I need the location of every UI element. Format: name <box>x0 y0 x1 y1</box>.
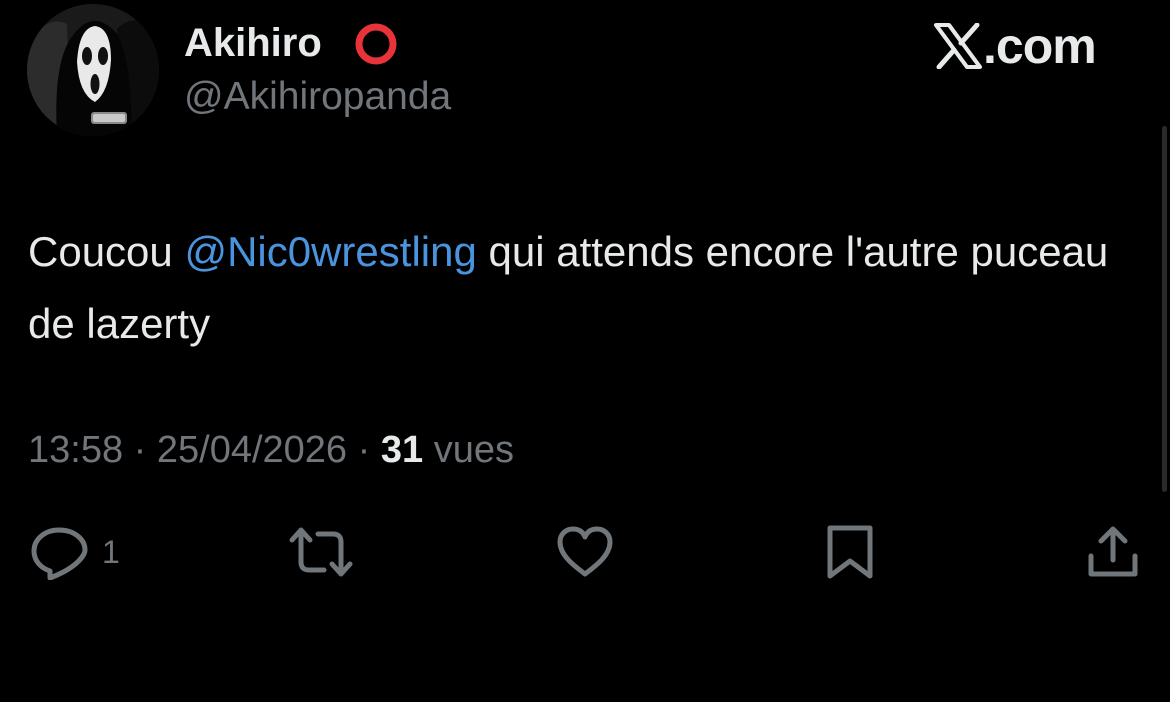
avatar[interactable] <box>27 4 159 136</box>
mention-link[interactable]: @Nic0wrestling <box>184 228 476 275</box>
retweet-button[interactable] <box>288 524 354 580</box>
ghostface-avatar-icon <box>27 4 159 136</box>
tweet-meta: 13:58 · 25/04/2026 · 31 vues <box>28 426 514 474</box>
x-logo-icon <box>934 23 982 69</box>
views-label: vues <box>433 429 514 471</box>
views-count: 31 <box>380 429 424 471</box>
red-circle-badge-icon <box>348 22 404 66</box>
tweet-time[interactable]: 13:58 <box>28 429 123 471</box>
display-name[interactable]: Akihiro <box>184 20 322 66</box>
site-suffix: .com <box>983 18 1097 74</box>
reply-button[interactable]: 1 <box>30 524 120 580</box>
tweet-text-prefix: Coucou <box>28 228 185 275</box>
share-button[interactable] <box>1085 524 1141 580</box>
retweet-icon <box>289 527 353 577</box>
share-icon <box>1088 526 1138 577</box>
reply-icon <box>31 527 88 580</box>
tweet-date[interactable]: 25/04/2026 <box>157 429 347 471</box>
scrollbar[interactable] <box>1162 126 1167 492</box>
bookmark-icon <box>827 525 873 579</box>
bookmark-button[interactable] <box>824 524 876 580</box>
like-button[interactable] <box>555 524 615 580</box>
heart-icon <box>557 526 613 577</box>
reply-count: 1 <box>102 534 120 570</box>
meta-separator: · <box>133 429 147 471</box>
meta-separator: · <box>357 429 371 471</box>
tweet-text: Coucou @Nic0wrestling qui attends encore… <box>28 216 1138 360</box>
site-watermark: .com <box>933 18 1097 74</box>
user-handle[interactable]: @Akihiropanda <box>184 74 451 120</box>
